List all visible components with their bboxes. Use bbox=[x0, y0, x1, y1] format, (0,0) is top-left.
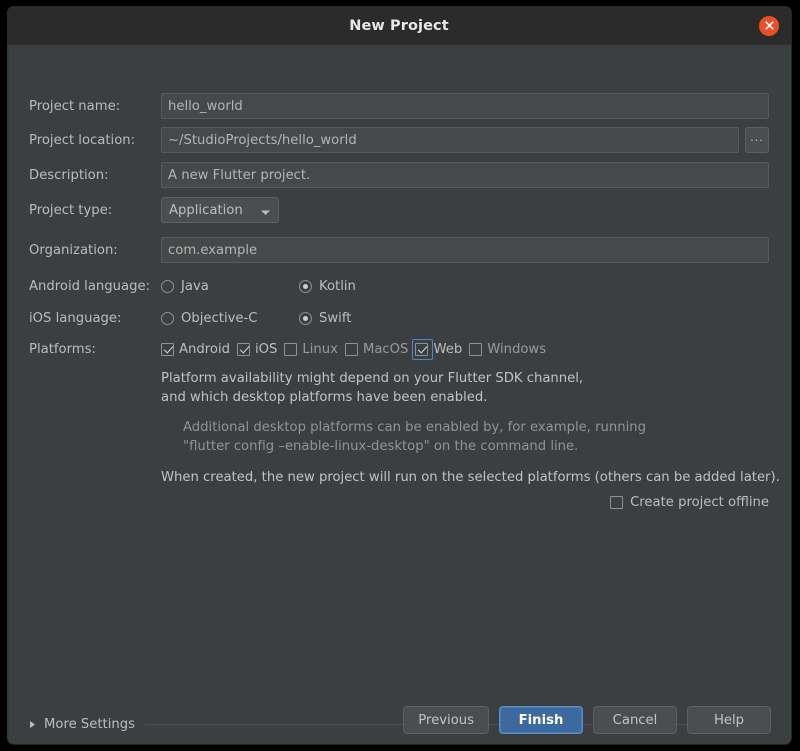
radio-android-kotlin-label: Kotlin bbox=[319, 279, 356, 294]
project-name-label: Project name: bbox=[29, 99, 161, 114]
dialog-body: Project name: Project location: ... Desc… bbox=[7, 45, 791, 744]
description-input[interactable] bbox=[161, 162, 769, 188]
radio-circle-icon bbox=[161, 280, 174, 293]
project-location-label: Project location: bbox=[29, 133, 161, 148]
checkbox-platform-web[interactable]: Web bbox=[415, 342, 462, 357]
row-ios-language: iOS language: Objective-C Swift bbox=[29, 305, 769, 331]
checkbox-icon bbox=[345, 343, 358, 356]
dialog-footer: Previous Finish Cancel Help bbox=[7, 696, 791, 744]
close-icon[interactable] bbox=[759, 16, 779, 36]
radio-android-java-label: Java bbox=[181, 279, 209, 294]
checkbox-icon bbox=[284, 343, 297, 356]
platforms-checkbox-group: Android iOS Linux MacOS Web bbox=[161, 342, 769, 357]
row-project-type: Project type: Application bbox=[29, 197, 769, 223]
radio-ios-swift[interactable]: Swift bbox=[299, 311, 351, 326]
checkbox-create-project-offline-label: Create project offline bbox=[630, 495, 769, 510]
info-line-3: Additional desktop platforms can be enab… bbox=[161, 418, 771, 437]
row-create-offline: Create project offline bbox=[610, 495, 769, 510]
row-android-language: Android language: Java Kotlin bbox=[29, 273, 769, 299]
checkbox-platform-macos-label: MacOS bbox=[363, 342, 408, 357]
info-line-1: Platform availability might depend on yo… bbox=[161, 369, 771, 388]
info-line-2: and which desktop platforms have been en… bbox=[161, 388, 771, 407]
radio-ios-objectivec[interactable]: Objective-C bbox=[161, 311, 293, 326]
checkbox-platform-android-label: Android bbox=[179, 342, 230, 357]
close-glyph bbox=[764, 20, 775, 31]
checkbox-platform-web-label: Web bbox=[433, 342, 462, 357]
row-project-name: Project name: bbox=[29, 93, 769, 119]
project-type-value: Application bbox=[169, 203, 243, 218]
checkbox-icon bbox=[469, 343, 482, 356]
radio-circle-icon bbox=[299, 280, 312, 293]
browse-folder-button[interactable]: ... bbox=[745, 127, 769, 153]
new-project-dialog: New Project Project name: Project locati… bbox=[7, 6, 792, 745]
row-organization: Organization: bbox=[29, 237, 769, 263]
cancel-button[interactable]: Cancel bbox=[593, 706, 677, 734]
checkbox-platform-linux[interactable]: Linux bbox=[284, 342, 338, 357]
organization-label: Organization: bbox=[29, 243, 161, 258]
checkbox-icon bbox=[610, 496, 623, 509]
project-type-label: Project type: bbox=[29, 203, 161, 218]
chevron-down-icon bbox=[260, 201, 271, 220]
info-line-4: "flutter config –enable-linux-desktop" o… bbox=[161, 437, 771, 456]
ios-language-radio-group: Objective-C Swift bbox=[161, 311, 769, 326]
organization-input[interactable] bbox=[161, 237, 769, 263]
project-type-select[interactable]: Application bbox=[161, 197, 279, 223]
row-platforms: Platforms: Android iOS Linux MacOS bbox=[29, 336, 769, 362]
platform-availability-info: Platform availability might depend on yo… bbox=[161, 369, 771, 487]
description-label: Description: bbox=[29, 168, 161, 183]
checkbox-icon bbox=[237, 343, 250, 356]
checkbox-platform-linux-label: Linux bbox=[302, 342, 338, 357]
help-button[interactable]: Help bbox=[687, 706, 771, 734]
checkbox-platform-android[interactable]: Android bbox=[161, 342, 230, 357]
project-location-input[interactable] bbox=[161, 127, 739, 153]
radio-circle-icon bbox=[299, 312, 312, 325]
checkbox-platform-macos[interactable]: MacOS bbox=[345, 342, 408, 357]
checkbox-platform-windows-label: Windows bbox=[487, 342, 546, 357]
radio-circle-icon bbox=[161, 312, 174, 325]
android-language-radio-group: Java Kotlin bbox=[161, 279, 769, 294]
checkbox-platform-windows[interactable]: Windows bbox=[469, 342, 546, 357]
radio-android-java[interactable]: Java bbox=[161, 279, 293, 294]
radio-ios-swift-label: Swift bbox=[319, 311, 351, 326]
finish-button[interactable]: Finish bbox=[499, 706, 583, 734]
android-language-label: Android language: bbox=[29, 279, 161, 294]
checkbox-icon bbox=[161, 343, 174, 356]
dialog-title: New Project bbox=[349, 18, 449, 34]
platforms-label: Platforms: bbox=[29, 342, 161, 357]
previous-button[interactable]: Previous bbox=[403, 706, 489, 734]
row-project-location: Project location: ... bbox=[29, 127, 769, 153]
radio-ios-objectivec-label: Objective-C bbox=[181, 311, 258, 326]
project-name-input[interactable] bbox=[161, 93, 769, 119]
checkbox-platform-ios-label: iOS bbox=[255, 342, 277, 357]
checkbox-platform-ios[interactable]: iOS bbox=[237, 342, 277, 357]
radio-android-kotlin[interactable]: Kotlin bbox=[299, 279, 356, 294]
dialog-titlebar: New Project bbox=[7, 6, 791, 45]
info-line-5: When created, the new project will run o… bbox=[161, 468, 771, 487]
row-description: Description: bbox=[29, 162, 769, 188]
checkbox-create-project-offline[interactable]: Create project offline bbox=[610, 495, 769, 510]
checkbox-icon bbox=[415, 343, 428, 356]
ios-language-label: iOS language: bbox=[29, 311, 161, 326]
